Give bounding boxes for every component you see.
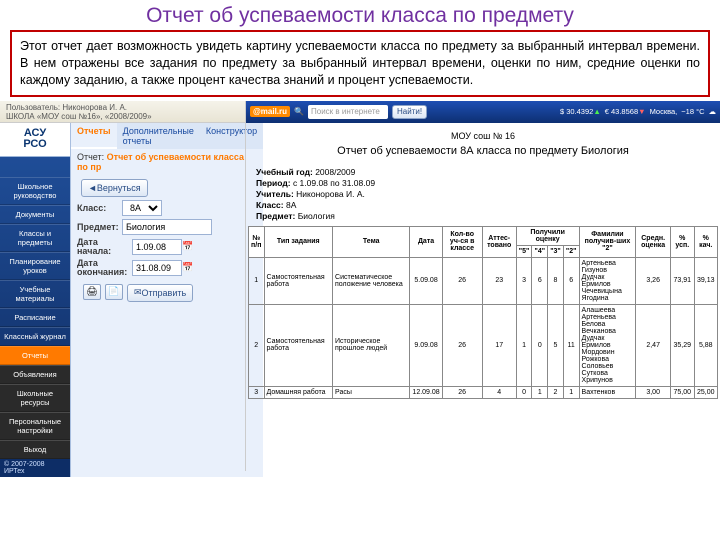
report-meta: Учебный год: 2008/2009 Период: с 1.09.08… bbox=[246, 167, 720, 226]
sidebar-item-resources[interactable]: Школьные ресурсы bbox=[0, 384, 70, 412]
back-button[interactable]: ◄ Вернуться bbox=[81, 179, 148, 197]
usd-rate: $ 30.4392▲ bbox=[560, 107, 601, 116]
weather-icon: ☁ bbox=[709, 107, 717, 116]
col-usp: % усп. bbox=[671, 226, 695, 257]
sidebar-item-planning[interactable]: Планирование уроков bbox=[0, 252, 70, 280]
class-label: Класс: bbox=[77, 203, 122, 213]
sidebar-item-leadership[interactable]: Школьное руководство bbox=[0, 177, 70, 205]
calendar-icon[interactable]: 📅 bbox=[182, 262, 193, 273]
eur-rate: € 43.8568▼ bbox=[605, 107, 646, 116]
table-row: 2Самостоятельная работаИсторическое прош… bbox=[249, 304, 718, 386]
find-button[interactable]: Найти! bbox=[392, 105, 427, 119]
slide-title: Отчет об успеваемости класса по предмету bbox=[0, 0, 720, 30]
col-count: Кол-во уч-ся в классе bbox=[442, 226, 482, 257]
sidebar-item-settings[interactable]: Персональные настройки bbox=[0, 412, 70, 440]
school-line: ШКОЛА «МОУ сош №16», «2008/2009» bbox=[6, 112, 239, 121]
date-end-input[interactable] bbox=[132, 260, 182, 276]
col-g4: "4" bbox=[532, 245, 548, 257]
col-date: Дата bbox=[410, 226, 442, 257]
col-kach: % кач. bbox=[694, 226, 717, 257]
report-school: МОУ сош № 16 bbox=[256, 131, 710, 141]
sidebar-item-announcements[interactable]: Объявления bbox=[0, 365, 70, 384]
sidebar-item-documents[interactable]: Документы bbox=[0, 205, 70, 224]
sidebar-item-classes[interactable]: Классы и предметы bbox=[0, 224, 70, 252]
tab-reports[interactable]: Отчеты bbox=[71, 123, 117, 149]
sidebar-item-schedule[interactable]: Расписание bbox=[0, 308, 70, 327]
date-end-label: Дата окончания: bbox=[77, 259, 132, 277]
col-grades: Получили оценку bbox=[516, 226, 579, 245]
col-g3: "3" bbox=[548, 245, 564, 257]
search-icon: 🔍 bbox=[294, 107, 304, 116]
app-logo: АСУРСО bbox=[0, 123, 70, 157]
calendar-icon[interactable]: 📅 bbox=[182, 241, 193, 252]
col-num: № п/п bbox=[249, 226, 265, 257]
slide-description: Этот отчет дает возможность увидеть карт… bbox=[10, 30, 710, 97]
tabs: Отчеты Дополнительные отчеты Конструктор bbox=[71, 123, 263, 149]
subject-input[interactable] bbox=[122, 219, 212, 235]
tab-additional[interactable]: Дополнительные отчеты bbox=[117, 123, 200, 149]
col-g2: "2" bbox=[563, 245, 579, 257]
sidebar-item-exit[interactable]: Выход bbox=[0, 440, 70, 459]
report-name-line: Отчет: Отчет об успеваемости класса по п… bbox=[71, 149, 263, 175]
col-g5: "5" bbox=[516, 245, 532, 257]
sidebar: Школьное руководство Документы Классы и … bbox=[0, 157, 70, 459]
col-topic: Тема bbox=[333, 226, 410, 257]
table-row: 1Самостоятельная работаСистематическое п… bbox=[249, 257, 718, 304]
class-select[interactable]: 8А bbox=[122, 200, 162, 216]
col-avg: Средн. оценка bbox=[636, 226, 671, 257]
export-icon[interactable]: 📄 bbox=[105, 284, 123, 300]
mailru-toolbar: @mail.ru 🔍 Поиск в интернете Найти! $ 30… bbox=[246, 101, 720, 123]
print-icon[interactable]: 🖨 bbox=[83, 284, 101, 300]
sidebar-item-journal[interactable]: Классный журнал bbox=[0, 327, 70, 346]
sidebar-item-reports[interactable]: Отчеты bbox=[0, 346, 70, 365]
copyright: © 2007-2008 ИРТех bbox=[0, 459, 70, 477]
col-names2: Фамилии получив-ших "2" bbox=[579, 226, 636, 257]
report-title: Отчет об успеваемости 8А класса по предм… bbox=[256, 145, 710, 157]
mailru-search[interactable]: Поиск в интернете bbox=[308, 105, 388, 119]
table-row: 3Домашняя работаРасы12.09.082640121Вахте… bbox=[249, 386, 718, 398]
weather-temp: −18 °C bbox=[681, 107, 704, 116]
col-attest: Аттес-товано bbox=[482, 226, 516, 257]
subject-label: Предмет: bbox=[77, 222, 122, 232]
report-table: № п/п Тип задания Тема Дата Кол-во уч-ся… bbox=[248, 226, 718, 399]
app-header: Пользователь: Никонорова И. А. ШКОЛА «МО… bbox=[0, 101, 245, 123]
user-line: Пользователь: Никонорова И. А. bbox=[6, 103, 239, 112]
mailru-logo[interactable]: @mail.ru bbox=[250, 106, 290, 117]
app-screenshot: Пользователь: Никонорова И. А. ШКОЛА «МО… bbox=[0, 101, 720, 471]
date-start-input[interactable] bbox=[132, 239, 182, 255]
date-start-label: Дата начала: bbox=[77, 238, 132, 256]
col-type: Тип задания bbox=[264, 226, 333, 257]
sidebar-item-materials[interactable]: Учебные материалы bbox=[0, 280, 70, 308]
weather-city: Москва, bbox=[650, 107, 678, 116]
send-button[interactable]: ✉ Отправить bbox=[127, 284, 193, 302]
